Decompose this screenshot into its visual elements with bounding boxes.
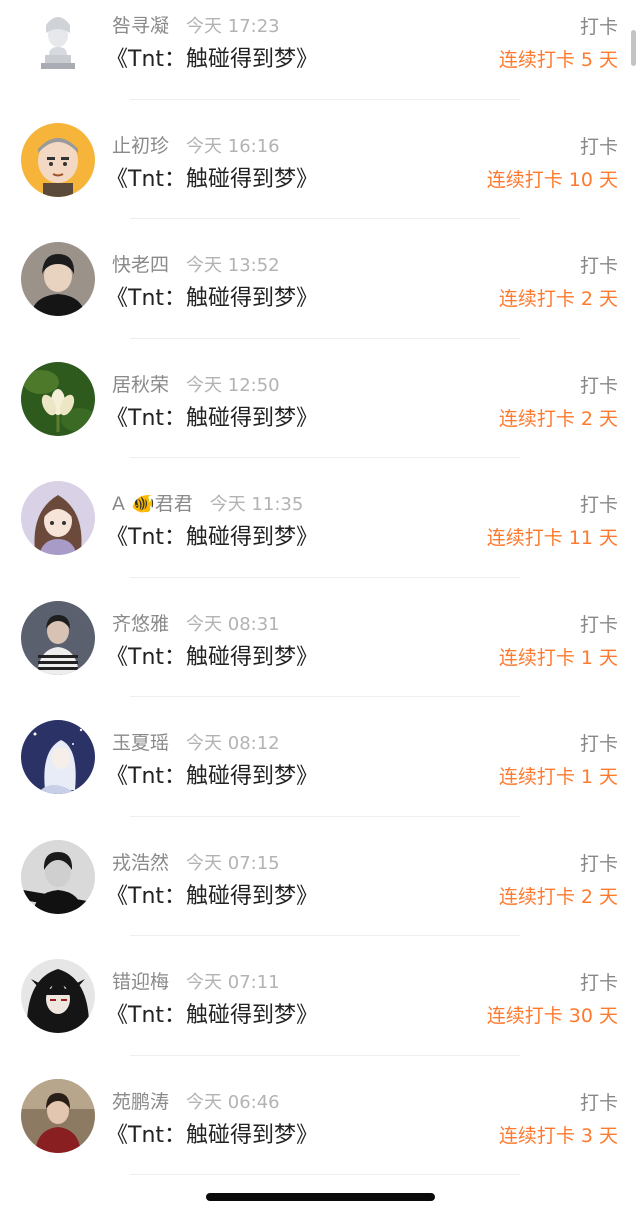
timestamp: 今天 11:35 [209,494,304,515]
checkin-feed-list: 咎寻凝 今天 17:23 《Tnt：触碰得到梦》 打卡 连续打卡 5 天 止初珍今… [0,0,640,1175]
dark-anime-icon [21,959,95,1033]
timestamp: 今天 08:12 [186,733,280,754]
portrait-photo-icon [21,1078,95,1153]
timestamp: 今天 12:50 [186,374,280,396]
avatar[interactable] [21,122,95,197]
streak-count: 连续打卡 30 天 [486,1005,618,1027]
entry-meta: 苑鹏涛 今天 06:46 [112,1087,280,1114]
entry-title[interactable]: 《Tnt：触碰得到梦》 [106,161,318,193]
list-item[interactable]: A 🐠君君 今天 11:35 《Tnt：触碰得到梦》 打卡 连续打卡 11 天 [0,458,640,578]
username[interactable]: A 🐠君君 [112,493,193,515]
avatar[interactable] [21,839,95,914]
username[interactable]: 咎寻凝 [112,15,169,37]
entry-meta: 齐悠雅 今天 08:31 [112,609,280,636]
list-item[interactable]: 齐悠雅 今天 08:31 《Tnt：触碰得到梦》 打卡 连续打卡 1 天 [0,578,640,697]
streak-count: 连续打卡 1 天 [498,646,618,669]
checkin-label: 打卡 [579,613,618,636]
checkin-label: 打卡 [579,852,618,875]
username[interactable]: 齐悠雅 [112,613,169,635]
entry-meta: 错迎梅 今天 07:11 [112,967,280,994]
streak-count: 连续打卡 2 天 [498,407,618,430]
entry-title[interactable]: 《Tnt：触碰得到梦》 [106,41,318,73]
list-item[interactable]: 苑鹏涛 今天 06:46 《Tnt：触碰得到梦》 打卡 连续打卡 3 天 [0,1056,640,1175]
username[interactable]: 止初珍 [112,135,169,157]
scrollbar[interactable] [631,30,636,66]
avatar[interactable] [21,242,95,316]
avatar[interactable] [21,361,95,436]
timestamp: 今天 16:16 [186,135,280,157]
night-anime-icon [21,720,95,794]
username[interactable]: 快老四 [112,254,169,276]
avatar[interactable] [21,1078,95,1153]
portrait-photo-icon [21,600,95,675]
entry-title[interactable]: 《Tnt：触碰得到梦》 [106,878,318,910]
streak-count: 连续打卡 3 天 [498,1124,618,1147]
timestamp: 今天 08:31 [186,613,280,635]
list-item[interactable]: 居秋荣 今天 12:50 《Tnt：触碰得到梦》 打卡 连续打卡 2 天 [0,339,640,458]
entry-title[interactable]: 《Tnt：触碰得到梦》 [106,758,318,790]
checkin-label: 打卡 [579,255,618,277]
entry-title[interactable]: 《Tnt：触碰得到梦》 [106,400,318,432]
streak-count: 连续打卡 5 天 [498,49,618,71]
checkin-label: 打卡 [579,494,618,516]
avatar[interactable] [21,959,95,1033]
streak-count: 连续打卡 10 天 [486,168,618,191]
entry-title[interactable]: 《Tnt：触碰得到梦》 [106,997,318,1029]
portrait-photo-icon [21,839,95,914]
anime-girl-icon [21,481,95,555]
avatar[interactable] [21,720,95,794]
cartoon-monk-icon [21,122,95,197]
username[interactable]: 玉夏瑶 [112,732,169,754]
entry-title[interactable]: 《Tnt：触碰得到梦》 [106,519,318,551]
entry-meta: 玉夏瑶 今天 08:12 [112,728,280,755]
checkin-label: 打卡 [579,16,618,38]
username[interactable]: 错迎梅 [112,971,169,993]
streak-count: 连续打卡 2 天 [498,288,618,310]
username[interactable]: 居秋荣 [112,374,169,396]
checkin-label: 打卡 [579,135,618,158]
timestamp: 今天 06:46 [186,1091,280,1113]
portrait-photo-icon [21,242,95,316]
list-item[interactable]: 戎浩然 今天 07:15 《Tnt：触碰得到梦》 打卡 连续打卡 2 天 [0,817,640,936]
entry-title[interactable]: 《Tnt：触碰得到梦》 [106,280,318,312]
list-item[interactable]: 咎寻凝 今天 17:23 《Tnt：触碰得到梦》 打卡 连续打卡 5 天 [0,0,640,100]
entry-meta: 居秋荣 今天 12:50 [112,370,280,397]
entry-meta: 咎寻凝 今天 17:23 [112,11,280,38]
entry-title[interactable]: 《Tnt：触碰得到梦》 [106,1117,318,1149]
list-item[interactable]: 快老四 今天 13:52 《Tnt：触碰得到梦》 打卡 连续打卡 2 天 [0,219,640,339]
checkin-label: 打卡 [579,733,618,755]
timestamp: 今天 13:52 [186,255,280,276]
avatar[interactable] [21,3,95,77]
entry-meta: 止初珍 今天 16:16 [112,131,280,158]
timestamp: 今天 17:23 [186,16,280,37]
checkin-label: 打卡 [579,972,618,994]
checkin-label: 打卡 [579,374,618,397]
home-indicator[interactable] [206,1193,435,1201]
checkin-label: 打卡 [579,1091,618,1114]
avatar[interactable] [21,481,95,555]
timestamp: 今天 07:15 [186,852,280,874]
timestamp: 今天 07:11 [186,972,280,993]
entry-title[interactable]: 《Tnt：触碰得到梦》 [106,639,318,671]
entry-meta: 戎浩然 今天 07:15 [112,848,280,875]
username[interactable]: 苑鹏涛 [112,1091,169,1113]
list-item[interactable]: 玉夏瑶 今天 08:12 《Tnt：触碰得到梦》 打卡 连续打卡 1 天 [0,697,640,817]
entry-meta: A 🐠君君 今天 11:35 [112,489,303,516]
divider [130,1174,520,1175]
list-item[interactable]: 止初珍 今天 16:16 《Tnt：触碰得到梦》 打卡 连续打卡 10 天 [0,100,640,219]
avatar[interactable] [21,600,95,675]
streak-count: 连续打卡 2 天 [498,885,618,908]
lotus-flower-icon [21,361,95,436]
username[interactable]: 戎浩然 [112,852,169,874]
bust-statue-icon [21,3,95,77]
list-item[interactable]: 错迎梅 今天 07:11 《Tnt：触碰得到梦》 打卡 连续打卡 30 天 [0,936,640,1056]
streak-count: 连续打卡 11 天 [486,527,618,549]
entry-meta: 快老四 今天 13:52 [112,250,280,277]
streak-count: 连续打卡 1 天 [498,766,618,788]
